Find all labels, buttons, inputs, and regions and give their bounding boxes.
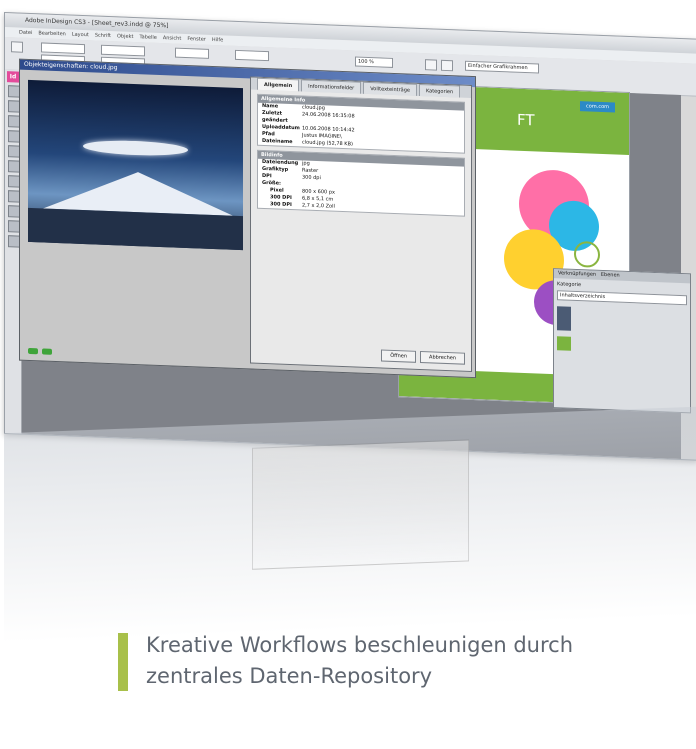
tab-allgemein[interactable]: Allgemein: [257, 77, 300, 92]
reference-point-icon[interactable]: [11, 41, 23, 53]
scale-x-field[interactable]: [175, 47, 209, 59]
image-info-section: Bildinfo Dateiendung jpg Grafiktyp Raster …: [257, 149, 465, 217]
dialog-buttons: Öffnen Abbrechen: [381, 349, 465, 365]
thumbnail-image: [557, 306, 571, 331]
indesign-window: Adobe InDesign CS3 - [Sheet_rev3.indd @ …: [4, 12, 696, 461]
lenticular-cloud: [83, 139, 188, 158]
info-key: 300 DPI: [270, 201, 292, 209]
menu-ansicht[interactable]: Ansicht: [163, 35, 181, 42]
menu-layout[interactable]: Layout: [72, 32, 89, 39]
tab-informationsfelder[interactable]: Informationsfelder: [301, 79, 362, 94]
menu-bearbeiten[interactable]: Bearbeiten: [38, 30, 65, 37]
info-dialog: Allgemein Informationsfelder Volltextein…: [250, 76, 472, 372]
rotate-field[interactable]: [235, 49, 269, 62]
stage: Adobe InDesign CS3 - [Sheet_rev3.indd @ …: [0, 0, 696, 749]
info-value: 300 dpi: [302, 174, 321, 182]
info-key: Dateiname: [262, 137, 293, 146]
width-field[interactable]: [101, 44, 145, 57]
dialog-reflection: [252, 439, 469, 570]
align-icon[interactable]: [425, 59, 437, 71]
indesign-logo: Id: [7, 71, 19, 83]
object-style-select[interactable]: Einfacher Grafikrahmen: [465, 60, 539, 74]
links-panel: Verknüpfungen Ebenen Kategorie Inhaltsve…: [553, 268, 691, 414]
menu-objekt[interactable]: Objekt: [117, 33, 133, 40]
menu-schrift[interactable]: Schrift: [95, 32, 111, 39]
window-reflection: [4, 406, 696, 644]
object-properties-window: Objekteigenschaften: cloud.jpg Allgemein…: [19, 58, 476, 379]
zoom-field[interactable]: 100 %: [355, 56, 393, 68]
x-field[interactable]: [41, 42, 85, 55]
panel-tab-layers[interactable]: Ebenen: [601, 272, 620, 279]
tab-kategorien[interactable]: Kategorien: [418, 83, 461, 98]
tab-volltexteintraege[interactable]: Volltexteinträge: [363, 81, 417, 96]
caption-accent-bar: [118, 633, 128, 691]
document-badge: com.com: [580, 101, 615, 113]
caption-line-1: Kreative Workflows beschleunigen durch: [146, 633, 574, 657]
menu-datei[interactable]: Datei: [19, 30, 32, 37]
info-key: Zuletzt geändert: [262, 109, 288, 124]
stroke-icon[interactable]: [441, 59, 453, 72]
info-value: 2,7 x 2,0 Zoll: [302, 202, 335, 210]
menu-tabelle[interactable]: Tabelle: [139, 34, 156, 41]
general-info-section: Allgemeine Info Name cloud.jpg Zuletzt ge…: [257, 93, 465, 154]
back-arrow-icon[interactable]: [28, 347, 38, 355]
cancel-button[interactable]: Abbrechen: [420, 350, 465, 365]
info-value: cloud.jpg (52,78 KB): [302, 139, 353, 148]
image-preview: [28, 79, 243, 251]
menu-hilfe[interactable]: Hilfe: [212, 37, 223, 43]
menu-fenster[interactable]: Fenster: [187, 36, 206, 43]
caption: Kreative Workflows beschleunigen durch z…: [118, 633, 696, 693]
open-button[interactable]: Öffnen: [381, 349, 417, 363]
forward-arrow-icon[interactable]: [42, 348, 52, 355]
document-heading-text: FT: [517, 110, 535, 130]
lightbulb-icon: [574, 240, 600, 268]
shoreline: [28, 207, 243, 251]
thumbnail-image: [557, 336, 571, 351]
caption-line-2: zentrales Daten-Repository: [146, 664, 433, 688]
panel-tab-links[interactable]: Verknüpfungen: [558, 270, 596, 277]
